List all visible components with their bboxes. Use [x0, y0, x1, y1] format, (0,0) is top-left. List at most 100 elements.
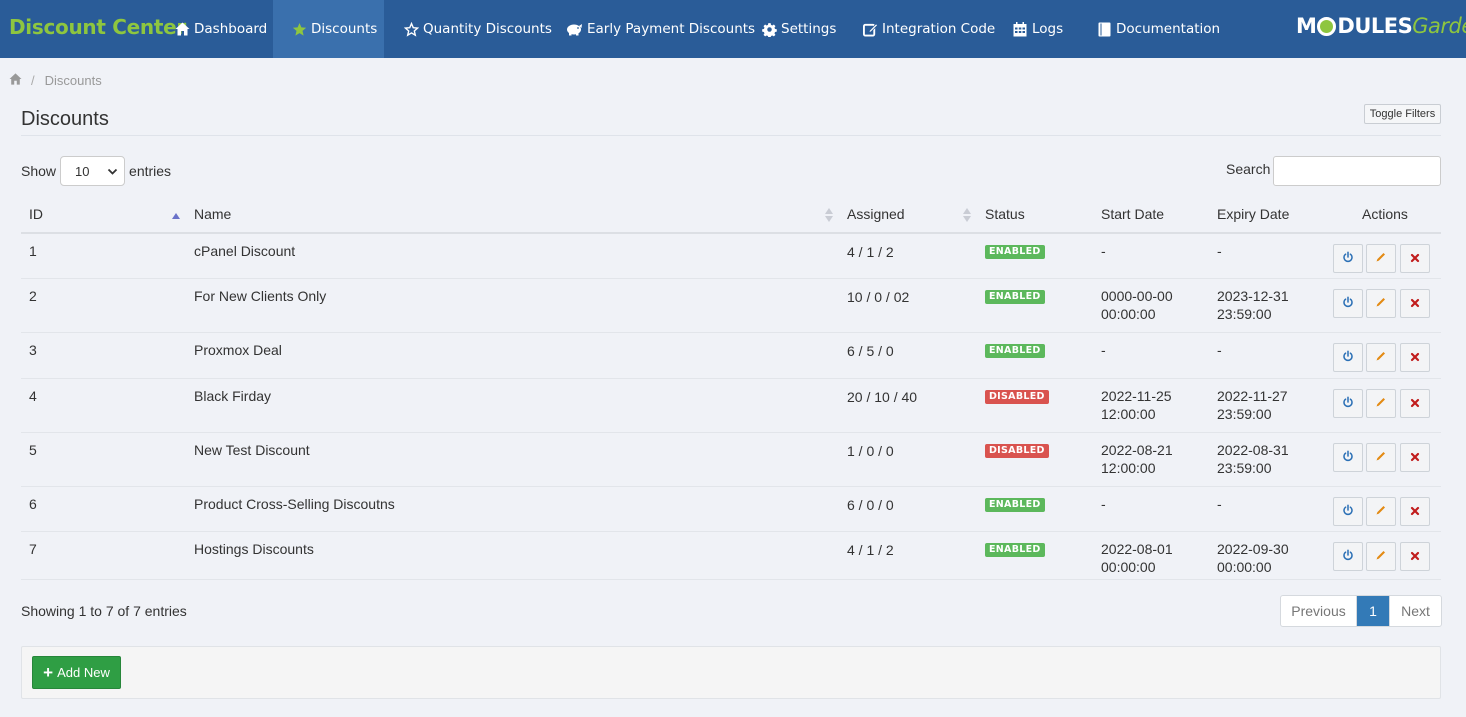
pagination-previous[interactable]: Previous — [1281, 596, 1357, 626]
table-row: 5 New Test Discount 1 / 0 / 0 DISABLED 2022-… — [21, 433, 1441, 487]
toggle-status-button[interactable] — [1333, 343, 1363, 372]
nav-logs[interactable]: Logs — [1012, 0, 1063, 58]
edit-button[interactable] — [1366, 443, 1396, 472]
column-header-id[interactable]: ID — [29, 206, 43, 222]
cell-expiry-date: - — [1217, 243, 1222, 259]
column-header-assigned[interactable]: Assigned — [847, 206, 905, 222]
cell-expiry-time: 23:59:00 — [1217, 406, 1272, 422]
column-header-name[interactable]: Name — [194, 206, 231, 222]
table-row: 2 For New Clients Only 10 / 0 / 02 ENABLED 0… — [21, 279, 1441, 333]
delete-button[interactable] — [1400, 289, 1430, 318]
cell-start-date: - — [1101, 243, 1106, 259]
toggle-status-button[interactable] — [1333, 497, 1363, 526]
edit-button[interactable] — [1366, 497, 1396, 526]
logo-globe-icon — [1317, 16, 1337, 36]
cell-id: 1 — [29, 243, 37, 259]
cell-start-date: 2022-08-01 — [1101, 541, 1173, 557]
pencil-icon — [1375, 251, 1387, 266]
status-badge: ENABLED — [985, 543, 1045, 557]
nav-quantity-discounts-label: Quantity Discounts — [423, 21, 552, 37]
pencil-icon — [1375, 504, 1387, 519]
column-header-actions: Actions — [1362, 206, 1408, 222]
close-icon — [1410, 504, 1420, 519]
title-divider — [21, 135, 1441, 136]
cell-expiry-date: 2023-12-31 — [1217, 288, 1289, 304]
power-icon — [1342, 549, 1354, 564]
cell-expiry-date: 2022-08-31 — [1217, 442, 1289, 458]
delete-button[interactable] — [1400, 343, 1430, 372]
nav-early-payment-discounts[interactable]: Early Payment Discounts — [564, 0, 755, 58]
nav-documentation[interactable]: Documentation — [1096, 0, 1220, 58]
pagination-next[interactable]: Next — [1389, 596, 1441, 626]
delete-button[interactable] — [1400, 542, 1430, 571]
column-header-expiry-date: Expiry Date — [1217, 206, 1290, 222]
cell-assigned: 1 / 0 / 0 — [847, 443, 894, 459]
close-icon — [1410, 450, 1420, 465]
close-icon — [1410, 251, 1420, 266]
brand-title[interactable]: Discount Center — [9, 15, 186, 39]
cell-id: 3 — [29, 342, 37, 358]
entries-select[interactable]: 10 — [60, 156, 126, 186]
star-icon — [291, 21, 307, 37]
cell-start-time: 00:00:00 — [1101, 559, 1156, 575]
cell-expiry-date: 2022-11-27 — [1217, 388, 1288, 404]
table-header: ID Name Assigned Status Start Date Expir… — [21, 198, 1441, 234]
search-label: Search — [1226, 161, 1271, 177]
cell-name: Proxmox Deal — [194, 342, 282, 358]
search-input[interactable] — [1273, 156, 1441, 186]
edit-button[interactable] — [1366, 289, 1396, 318]
cell-assigned: 4 / 1 / 2 — [847, 244, 894, 260]
modulesgarden-logo[interactable]: M DULES Garden — [1296, 14, 1466, 38]
cell-expiry-date: - — [1217, 496, 1222, 512]
nav-logs-label: Logs — [1032, 21, 1064, 37]
pencil-icon — [1375, 350, 1387, 365]
toggle-status-button[interactable] — [1333, 289, 1363, 318]
status-badge: ENABLED — [985, 290, 1045, 304]
toggle-status-button[interactable] — [1333, 542, 1363, 571]
nav-early-payment-discounts-label: Early Payment Discounts — [587, 21, 756, 37]
nav-settings[interactable]: Settings — [761, 0, 836, 58]
edit-button[interactable] — [1366, 343, 1396, 372]
nav-discounts[interactable]: Discounts — [273, 0, 384, 58]
status-badge: ENABLED — [985, 245, 1045, 259]
breadcrumb-current: Discounts — [44, 73, 102, 88]
nav-dashboard[interactable]: Dashboard — [174, 0, 267, 58]
edit-button[interactable] — [1366, 542, 1396, 571]
add-new-button[interactable]: + Add New — [32, 656, 121, 689]
cell-name: For New Clients Only — [194, 288, 327, 304]
cell-start-date: - — [1101, 496, 1106, 512]
gear-icon — [761, 21, 777, 37]
delete-button[interactable] — [1400, 443, 1430, 472]
power-icon — [1342, 350, 1354, 365]
cell-expiry-time: 23:59:00 — [1217, 306, 1272, 322]
nav-settings-label: Settings — [781, 21, 837, 37]
entries-select-value: 10 — [75, 163, 90, 179]
home-icon — [174, 21, 190, 37]
toggle-status-button[interactable] — [1333, 389, 1363, 418]
page-title: Discounts — [21, 108, 109, 130]
book-icon — [1096, 21, 1112, 37]
cell-expiry-date: - — [1217, 342, 1222, 358]
toggle-status-button[interactable] — [1333, 244, 1363, 273]
chevron-down-icon — [107, 165, 118, 180]
actions-panel: + Add New — [21, 646, 1441, 699]
table-row: 6 Product Cross-Selling Discoutns 6 / 0 / … — [21, 487, 1441, 532]
home-icon[interactable] — [9, 73, 22, 88]
toggle-status-button[interactable] — [1333, 443, 1363, 472]
toggle-filters-button[interactable]: Toggle Filters — [1364, 104, 1441, 124]
edit-button[interactable] — [1366, 389, 1396, 418]
power-icon — [1342, 396, 1354, 411]
close-icon — [1410, 396, 1420, 411]
delete-button[interactable] — [1400, 244, 1430, 273]
sort-both-icon — [825, 208, 833, 222]
cell-expiry-date: 2022-09-30 — [1217, 541, 1289, 557]
cell-assigned: 10 / 0 / 02 — [847, 289, 910, 305]
delete-button[interactable] — [1400, 389, 1430, 418]
delete-button[interactable] — [1400, 497, 1430, 526]
pagination-page-1[interactable]: 1 — [1357, 596, 1389, 626]
nav-integration-code[interactable]: Integration Code — [862, 0, 995, 58]
nav-quantity-discounts[interactable]: Quantity Discounts — [403, 0, 552, 58]
breadcrumb-separator: / — [31, 73, 35, 88]
edit-button[interactable] — [1366, 244, 1396, 273]
status-badge: ENABLED — [985, 344, 1045, 358]
